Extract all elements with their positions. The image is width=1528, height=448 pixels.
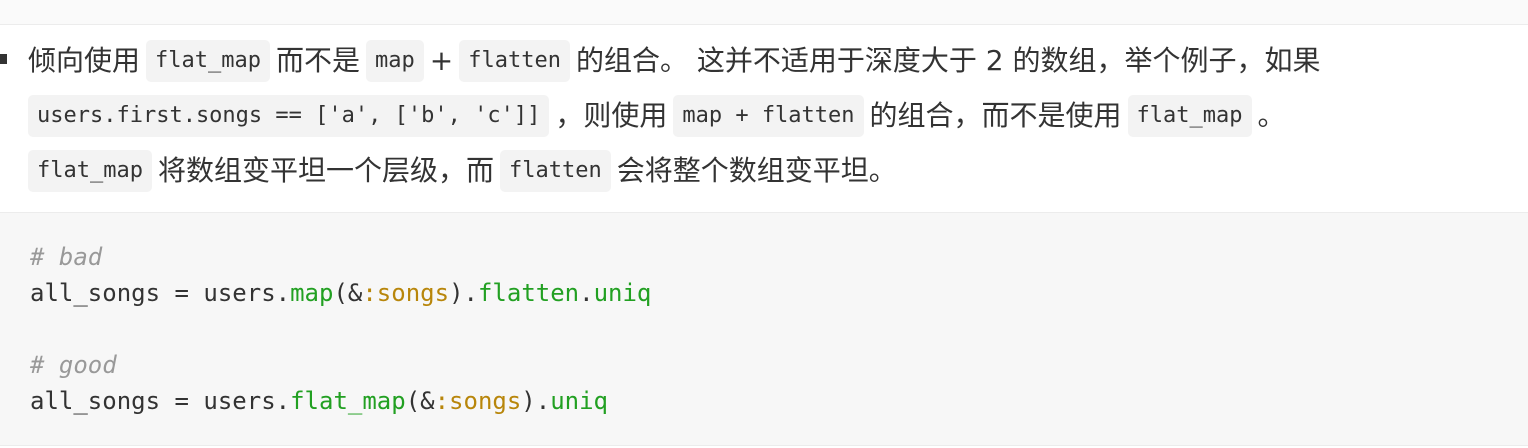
inline-code: flat_map [1127, 95, 1252, 137]
code-line-bad: all_songs = users.map(&:songs).flatten.u… [30, 279, 652, 307]
list-bullet [0, 54, 7, 64]
inline-code: map [366, 40, 424, 82]
text-segment: 将数组变平坦一个层级，而 [157, 154, 494, 187]
text-segment: 会将整个数组变平坦。 [616, 154, 897, 187]
list-item-paragraph: 倾向使用 flat_map 而不是 map + flatten 的组合。 这并不适用于深度大… [28, 33, 1518, 198]
text-segment: 倾向使用 [28, 44, 141, 77]
inline-code: map + flatten [673, 95, 864, 137]
text-segment: + [429, 44, 454, 77]
inline-code: flatten [499, 150, 611, 192]
text-segment: 的组合。 这并不适用于深度大于 2 的数组，举个例子，如果 [575, 44, 1321, 77]
text-segment: ，则使用 [555, 99, 668, 132]
code-comment-good: # good [30, 351, 117, 379]
code-line-good: all_songs = users.flat_map(&:songs).uniq [30, 387, 608, 415]
inline-code: flatten [459, 40, 570, 82]
code-comment-bad: # bad [30, 243, 103, 271]
text-segment: 的组合，而不是使用 [869, 99, 1122, 132]
text-segment: 而不是 [275, 44, 360, 77]
inline-code: flat_map [28, 150, 152, 192]
inline-code: users.first.songs == ['a', ['b', 'c']] [28, 95, 550, 137]
code-block: # bad all_songs = users.map(&:songs).fla… [0, 212, 1528, 446]
text-segment: 。 [1257, 99, 1286, 132]
top-divider [0, 0, 1528, 25]
inline-code: flat_map [146, 40, 270, 82]
